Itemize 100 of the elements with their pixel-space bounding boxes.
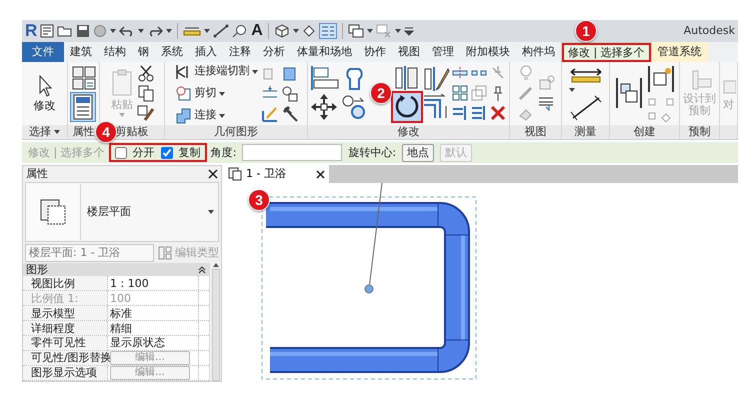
property-value: 精细 bbox=[108, 321, 199, 336]
windows-icon[interactable] bbox=[348, 24, 364, 38]
ribbon-tab[interactable]: 分析 bbox=[257, 42, 291, 62]
caret-icon[interactable] bbox=[366, 29, 373, 33]
panel-title: 属性 bbox=[26, 166, 48, 180]
ribbon-tab[interactable]: 文件 bbox=[22, 42, 64, 62]
tag-icon[interactable] bbox=[232, 24, 248, 38]
copy-icon[interactable] bbox=[137, 84, 155, 102]
properties-button[interactable] bbox=[70, 93, 94, 122]
geometry-tool-button[interactable]: 剪切 bbox=[174, 84, 226, 104]
mirror-draw-icon[interactable] bbox=[422, 66, 450, 92]
save-icon[interactable] bbox=[76, 24, 90, 38]
panel-label: 视图 bbox=[524, 125, 546, 138]
diamond-icon[interactable] bbox=[302, 24, 316, 38]
instance-dropdown[interactable]: 楼层平面: 1 - 卫浴 bbox=[25, 244, 154, 262]
caret-icon[interactable] bbox=[204, 29, 210, 33]
panel-label: 修改 bbox=[398, 125, 420, 138]
panel-label: 剪贴板 bbox=[116, 125, 148, 138]
ribbon-tab[interactable]: 管理 bbox=[426, 42, 460, 62]
property-name: 可见性/图形替换 bbox=[23, 350, 108, 365]
scroll-up-icon[interactable] bbox=[212, 263, 218, 267]
caret-icon[interactable] bbox=[568, 88, 574, 92]
caret-icon[interactable] bbox=[252, 70, 258, 74]
type-properties-icon[interactable] bbox=[70, 65, 96, 92]
rotation-center-label: 旋转中心: bbox=[348, 146, 396, 160]
angle-field[interactable] bbox=[242, 144, 342, 161]
array-icon[interactable] bbox=[451, 84, 469, 102]
separate-icon[interactable] bbox=[280, 84, 298, 102]
type-selector[interactable]: 楼层平面 bbox=[25, 182, 219, 242]
checkbox[interactable] bbox=[160, 146, 173, 158]
context-label: 修改 | 选择多个 bbox=[28, 146, 105, 160]
create-part-icon[interactable] bbox=[646, 64, 676, 94]
ribbon-tab[interactable]: 附加模块 bbox=[460, 42, 516, 62]
rotation-center-handle[interactable] bbox=[364, 284, 374, 294]
caret-icon[interactable] bbox=[166, 29, 172, 33]
ribbon-tab[interactable]: 体量和场地 bbox=[291, 42, 358, 62]
section-header: 图形 bbox=[26, 263, 48, 276]
option-button[interactable]: 地点 bbox=[402, 144, 434, 162]
property-value: 1 : 100 bbox=[108, 276, 199, 290]
ribbon-tab[interactable]: 协作 bbox=[358, 42, 392, 62]
hammer-icon[interactable] bbox=[280, 104, 298, 122]
ribbon-tab[interactable]: 视图 bbox=[392, 42, 426, 62]
floor-plan-icon bbox=[39, 198, 67, 226]
cube-icon[interactable] bbox=[274, 24, 290, 38]
panel-label: 测量 bbox=[574, 125, 596, 138]
caret-icon[interactable] bbox=[218, 92, 224, 96]
geometry-tool-button[interactable]: 连接端切割 bbox=[174, 62, 258, 82]
ribbon-tab[interactable]: 管道系统 bbox=[652, 42, 708, 62]
ribbon-tab[interactable]: 建筑 bbox=[64, 42, 98, 62]
caret-icon[interactable] bbox=[54, 130, 60, 134]
ribbon-tab[interactable]: 构件坞 bbox=[516, 42, 561, 62]
logo[interactable]: R bbox=[25, 20, 38, 42]
checkbox-label: 分开 bbox=[132, 146, 155, 160]
ribbon-tab[interactable]: 插入 bbox=[189, 42, 223, 62]
property-name: 零件可见性 bbox=[23, 336, 108, 350]
ribbon-tab[interactable]: 注释 bbox=[223, 42, 257, 62]
trim-extend-icon[interactable] bbox=[451, 104, 469, 122]
caret-icon[interactable] bbox=[110, 29, 116, 33]
type-name: 楼层平面 bbox=[87, 205, 131, 219]
checkbox[interactable] bbox=[114, 146, 127, 158]
caret-icon[interactable] bbox=[138, 29, 144, 33]
delete-icon[interactable] bbox=[489, 104, 507, 122]
cut-geometry-icon[interactable] bbox=[174, 84, 192, 102]
create-group-icon[interactable] bbox=[614, 76, 644, 110]
property-value: 100 bbox=[108, 291, 199, 306]
text-tool-button[interactable]: A bbox=[251, 21, 263, 41]
ribbon-tab[interactable]: 结构 bbox=[98, 42, 132, 62]
ribbon-tab[interactable]: 修改 | 选择多个 bbox=[561, 42, 652, 62]
rotate-button[interactable] bbox=[393, 93, 421, 122]
property-name: 图形显示选项 bbox=[23, 366, 108, 380]
checkbox-label: 复制 bbox=[178, 146, 201, 160]
redo-icon[interactable] bbox=[147, 24, 164, 38]
customize-icon[interactable] bbox=[404, 26, 414, 36]
ribbon-tab[interactable]: 钢 bbox=[132, 42, 155, 62]
scrollbar[interactable] bbox=[209, 263, 221, 381]
view-tab[interactable]: 1 - 卫浴 bbox=[224, 165, 329, 183]
close-icon[interactable] bbox=[208, 168, 218, 178]
ribbon-tab[interactable]: 系统 bbox=[155, 42, 189, 62]
close-icon[interactable] bbox=[316, 170, 325, 179]
panel-label: 创建 bbox=[634, 125, 656, 138]
geometry-tool-button[interactable]: 连接 bbox=[174, 106, 226, 126]
extend-multiple-icon[interactable] bbox=[470, 104, 488, 122]
dimension-icon[interactable] bbox=[213, 24, 230, 38]
collapse-icon[interactable] bbox=[198, 266, 206, 274]
move-icon[interactable] bbox=[310, 93, 338, 122]
app-menu-icon[interactable] bbox=[40, 24, 54, 38]
caret-icon[interactable] bbox=[394, 29, 401, 33]
join-icon[interactable] bbox=[174, 106, 192, 124]
caret-icon[interactable] bbox=[218, 114, 224, 118]
align-icon[interactable] bbox=[310, 65, 340, 92]
thin-lines-icon[interactable] bbox=[318, 23, 337, 39]
folder-icon[interactable] bbox=[57, 24, 74, 38]
modify-button[interactable]: 修改 bbox=[32, 73, 56, 114]
caret-icon[interactable] bbox=[208, 210, 214, 214]
angle-label: 角度: bbox=[210, 146, 236, 160]
scissors-icon[interactable] bbox=[137, 64, 155, 82]
paintbrush-icon[interactable] bbox=[137, 104, 155, 122]
property-name: 视图比例 bbox=[23, 276, 108, 290]
caret-icon[interactable] bbox=[292, 29, 299, 33]
angular-measure-icon[interactable] bbox=[568, 94, 602, 122]
